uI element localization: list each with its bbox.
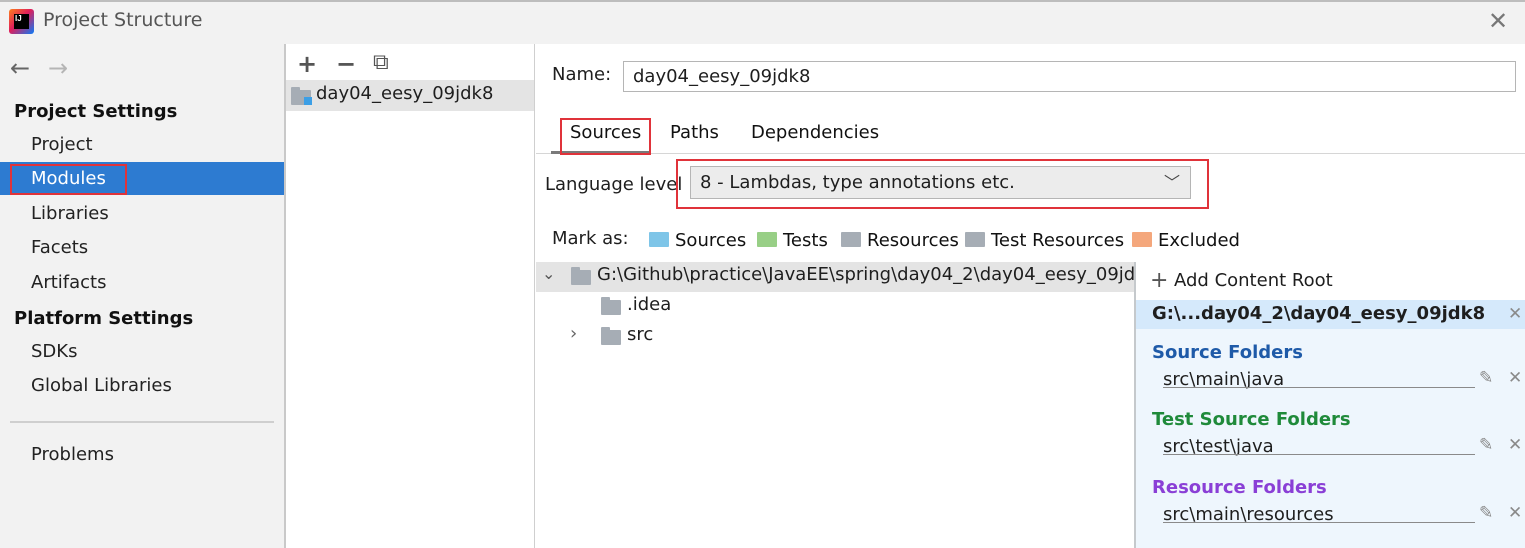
- module-list-panel: + − ⧉ day04_eesy_09jdk8: [286, 44, 535, 548]
- excluded-folder-icon: [1132, 232, 1152, 247]
- name-label: Name:: [552, 64, 612, 85]
- window-title: Project Structure: [43, 9, 203, 31]
- remove-folder-icon[interactable]: ✕: [1508, 435, 1522, 455]
- tab-paths[interactable]: Paths: [670, 122, 719, 143]
- tabs-divider: [536, 153, 1525, 154]
- path-underline: [1163, 387, 1475, 388]
- add-content-root-button[interactable]: + Add Content Root: [1136, 262, 1525, 300]
- mark-resources-button[interactable]: Resources: [841, 230, 959, 251]
- name-field[interactable]: day04_eesy_09jdk8: [623, 61, 1516, 92]
- module-badge-icon: [304, 97, 312, 105]
- add-icon[interactable]: +: [297, 50, 317, 78]
- sidebar-item-sdks[interactable]: SDKs: [0, 335, 284, 368]
- tree-root-path: G:\Github\practice\JavaEE\spring\day04_2…: [597, 264, 1158, 285]
- plus-icon: +: [1150, 268, 1169, 293]
- mark-as-label: Mark as:: [552, 228, 629, 249]
- mark-test-resources-button[interactable]: Test Resources: [965, 230, 1124, 251]
- title-bar: [0, 0, 1525, 44]
- settings-sidebar: ← → Project Settings Project Modules Lib…: [0, 44, 286, 548]
- path-underline: [1163, 522, 1475, 523]
- content-root-row[interactable]: G:\...day04_2\day04_eesy_09jdk8 ✕: [1136, 300, 1525, 329]
- folder-icon: [601, 297, 621, 315]
- platform-settings-heading: Platform Settings: [14, 308, 194, 329]
- mark-tests-button[interactable]: Tests: [757, 230, 828, 251]
- sidebar-item-global-libraries[interactable]: Global Libraries: [0, 369, 284, 402]
- list-item[interactable]: day04_eesy_09jdk8: [286, 80, 534, 111]
- remove-folder-icon[interactable]: ✕: [1508, 503, 1522, 523]
- edit-icon[interactable]: ✎: [1479, 368, 1493, 388]
- forward-arrow-icon[interactable]: →: [48, 54, 68, 82]
- highlight-box: [676, 159, 1209, 209]
- sidebar-item-libraries[interactable]: Libraries: [0, 197, 284, 230]
- mark-sources-button[interactable]: Sources: [649, 230, 746, 251]
- tree-item-src[interactable]: › src: [536, 322, 1134, 352]
- resources-folder-icon: [841, 232, 861, 247]
- path-underline: [1163, 454, 1475, 455]
- back-arrow-icon[interactable]: ←: [10, 54, 30, 82]
- sidebar-item-problems[interactable]: Problems: [0, 438, 284, 471]
- sidebar-divider: [10, 421, 274, 423]
- sidebar-item-artifacts[interactable]: Artifacts: [0, 266, 284, 299]
- remove-root-icon[interactable]: ✕: [1508, 304, 1522, 324]
- edit-icon[interactable]: ✎: [1479, 503, 1493, 523]
- copy-icon[interactable]: ⧉: [373, 50, 389, 75]
- remove-icon[interactable]: −: [336, 50, 356, 78]
- sidebar-item-facets[interactable]: Facets: [0, 231, 284, 264]
- chevron-down-icon[interactable]: ⌄: [542, 264, 555, 283]
- remove-folder-icon[interactable]: ✕: [1508, 368, 1522, 388]
- highlight-box: [560, 118, 651, 155]
- mark-excluded-button[interactable]: Excluded: [1132, 230, 1240, 251]
- intellij-logo-icon: IJ: [9, 9, 34, 34]
- test-source-folders-heading: Test Source Folders: [1152, 409, 1351, 430]
- folder-icon: [571, 267, 591, 285]
- test-resources-folder-icon: [965, 232, 985, 247]
- edit-icon[interactable]: ✎: [1479, 435, 1493, 455]
- highlight-box: [10, 164, 127, 195]
- content-root-panel: + Add Content Root G:\...day04_2\day04_e…: [1134, 262, 1525, 548]
- project-settings-heading: Project Settings: [14, 101, 178, 122]
- resource-folders-heading: Resource Folders: [1152, 477, 1327, 498]
- tree-root-row[interactable]: ⌄ G:\Github\practice\JavaEE\spring\day04…: [536, 262, 1157, 292]
- chevron-right-icon[interactable]: ›: [570, 323, 577, 344]
- sidebar-item-project[interactable]: Project: [0, 128, 284, 161]
- module-name: day04_eesy_09jdk8: [316, 83, 494, 104]
- language-level-label: Language level: [545, 174, 683, 195]
- tab-dependencies[interactable]: Dependencies: [751, 122, 879, 143]
- folder-icon: [601, 327, 621, 345]
- sources-folder-icon: [649, 232, 669, 247]
- source-folders-heading: Source Folders: [1152, 342, 1303, 363]
- tree-item-idea[interactable]: .idea: [536, 292, 1134, 322]
- tests-folder-icon: [757, 232, 777, 247]
- close-icon[interactable]: ✕: [1485, 8, 1511, 34]
